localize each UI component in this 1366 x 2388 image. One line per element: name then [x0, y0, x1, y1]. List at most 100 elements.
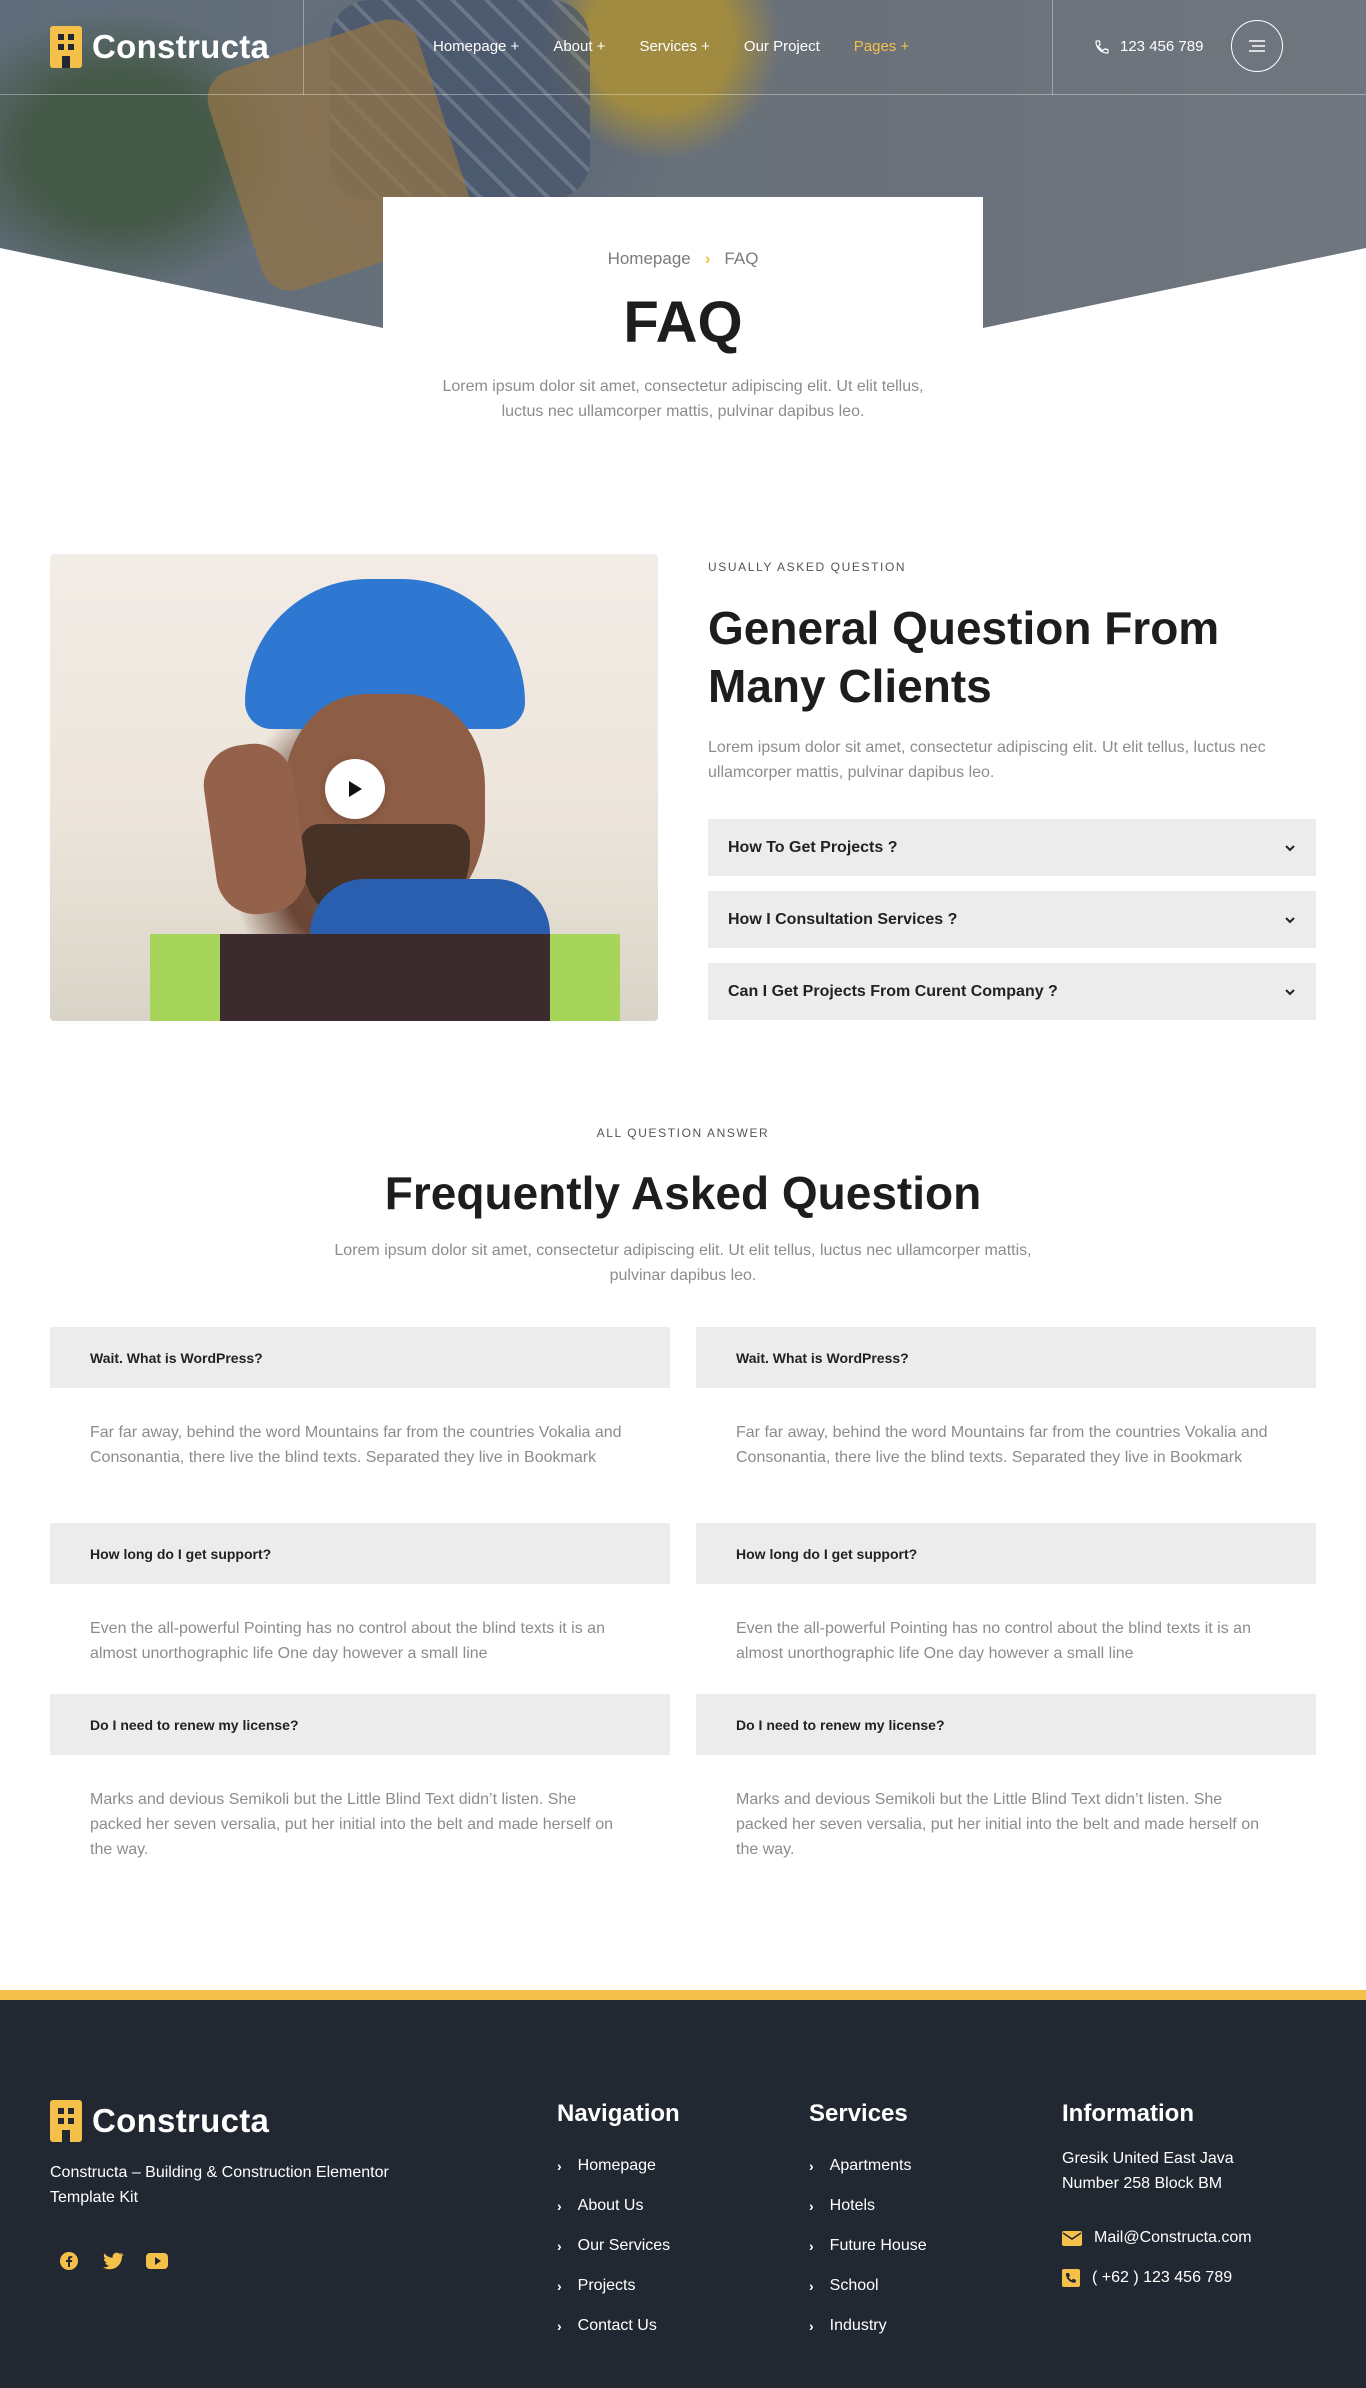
faq-answer: Even the all-powerful Pointing has no co…: [736, 1620, 1251, 1662]
header-divider: [1052, 0, 1053, 95]
chevron-down-icon: [1285, 988, 1295, 995]
worker-shirt: [220, 934, 550, 1021]
chevron-right-icon: ›: [557, 2278, 562, 2294]
footer-link-label: Our Services: [577, 2237, 671, 2254]
site-header: Constructa Homepage + About + Services +…: [0, 0, 1366, 95]
accordion-item[interactable]: Can I Get Projects From Curent Company ?: [708, 963, 1316, 1020]
footer-link-label: Future House: [829, 2237, 927, 2254]
faq-question[interactable]: How long do I get support?: [696, 1523, 1316, 1584]
footer-link[interactable]: › Our Services: [557, 2226, 680, 2266]
chevron-right-icon: ›: [557, 2198, 562, 2214]
envelope-icon: [1062, 2230, 1082, 2246]
chevron-right-icon: ›: [809, 2318, 814, 2334]
accordion-label: How I Consultation Services ?: [728, 910, 958, 928]
footer-logo[interactable]: Constructa: [50, 2100, 269, 2142]
chevron-right-icon: ›: [557, 2238, 562, 2254]
section-text: Lorem ipsum dolor sit amet, consectetur …: [708, 739, 1266, 781]
footer-link-label: About Us: [577, 2197, 644, 2214]
footer-information: Information Gresik United East Java Numb…: [1062, 2100, 1282, 2298]
main-nav: Homepage + About + Services + Our Projec…: [433, 38, 909, 55]
chevron-right-icon: ›: [809, 2198, 814, 2214]
footer-link-label: Homepage: [577, 2157, 656, 2174]
footer-link-label: Projects: [577, 2277, 636, 2294]
faq-answer: Even the all-powerful Pointing has no co…: [90, 1620, 605, 1662]
breadcrumb-current: FAQ: [724, 249, 759, 268]
footer-link[interactable]: › School: [809, 2266, 927, 2306]
faq-eyebrow: ALL QUESTION ANSWER: [596, 1126, 770, 1140]
footer-services-title: Services: [809, 2100, 908, 2127]
footer-link-label: Industry: [829, 2317, 887, 2334]
breadcrumb-home[interactable]: Homepage: [608, 249, 691, 269]
faq-question[interactable]: Do I need to renew my license?: [696, 1694, 1316, 1755]
video-thumbnail[interactable]: [50, 554, 658, 1021]
brand-name: Constructa: [92, 2102, 270, 2139]
footer-information-title: Information: [1062, 2100, 1194, 2127]
footer-link[interactable]: › Projects: [557, 2266, 680, 2306]
breadcrumb: Homepage › FAQ: [383, 249, 983, 269]
footer-link[interactable]: › Industry: [809, 2306, 927, 2346]
faq-question[interactable]: Wait. What is WordPress?: [50, 1327, 670, 1388]
play-icon: [349, 781, 362, 797]
accordion-item[interactable]: How To Get Projects ?: [708, 819, 1316, 876]
play-button[interactable]: [325, 759, 385, 819]
accordion-item[interactable]: How I Consultation Services ?: [708, 891, 1316, 948]
footer-phone[interactable]: ( +62 ) 123 456 789: [1062, 2258, 1282, 2298]
youtube-icon[interactable]: [146, 2250, 168, 2272]
menu-toggle-button[interactable]: [1231, 20, 1283, 72]
header-divider: [303, 0, 304, 95]
footer-link[interactable]: › Hotels: [809, 2186, 927, 2226]
chevron-right-icon: ›: [809, 2278, 814, 2294]
accordion-label: How To Get Projects ?: [728, 838, 898, 856]
brand-name: Constructa: [92, 28, 270, 65]
chevron-right-icon: ›: [557, 2158, 562, 2174]
faq-title: Frequently Asked Question: [384, 1167, 982, 1219]
section-eyebrow: USUALLY ASKED QUESTION: [708, 560, 907, 574]
footer-navigation: Navigation › Homepage › About Us › Our Serv…: [557, 2100, 680, 2346]
accordion-label: Can I Get Projects From Curent Company ?: [728, 982, 1058, 1000]
footer-email[interactable]: Mail@Constructa.com: [1062, 2218, 1282, 2258]
chevron-right-icon: ›: [704, 249, 711, 268]
building-icon: [50, 26, 82, 68]
footer-link[interactable]: › Homepage: [557, 2146, 680, 2186]
twitter-icon[interactable]: [102, 2250, 124, 2272]
nav-item-services[interactable]: Services +: [639, 38, 709, 55]
header-phone[interactable]: 123 456 789: [1094, 38, 1203, 55]
faq-question[interactable]: How long do I get support?: [50, 1523, 670, 1584]
general-question-section: USUALLY ASKED QUESTION General Question …: [708, 554, 1316, 1020]
footer-link-label: School: [829, 2277, 879, 2294]
phone-number: 123 456 789: [1120, 38, 1204, 55]
faq-question[interactable]: Do I need to renew my license?: [50, 1694, 670, 1755]
hamburger-icon: [1249, 40, 1265, 52]
footer-link[interactable]: › Apartments: [809, 2146, 927, 2186]
footer-link[interactable]: › Contact Us: [557, 2306, 680, 2346]
faq-answer: Marks and devious Semikoli but the Littl…: [736, 1791, 1259, 1858]
faq-section-header: ALL QUESTION ANSWER Frequently Asked Que…: [0, 1126, 1366, 1288]
chevron-down-icon: [1285, 916, 1295, 923]
chevron-right-icon: ›: [809, 2238, 814, 2254]
page-intro: Lorem ipsum dolor sit amet, consectetur …: [442, 378, 924, 420]
page-title: FAQ: [623, 290, 743, 355]
faq-answer: Far far away, behind the word Mountains …: [736, 1424, 1268, 1466]
chevron-right-icon: ›: [809, 2158, 814, 2174]
phone-square-icon: [1062, 2269, 1080, 2287]
nav-item-homepage[interactable]: Homepage +: [433, 38, 519, 55]
nav-item-pages[interactable]: Pages +: [854, 38, 909, 55]
footer-phone-text: ( +62 ) 123 456 789: [1092, 2269, 1233, 2286]
section-title: General Question From Many Clients: [708, 602, 1220, 712]
footer-services: Services › Apartments › Hotels › Future Hou…: [809, 2100, 927, 2346]
faq-intro: Lorem ipsum dolor sit amet, consectetur …: [334, 1242, 1032, 1284]
social-links: [58, 2250, 168, 2272]
building-icon: [50, 2100, 82, 2142]
faq-question[interactable]: Wait. What is WordPress?: [696, 1327, 1316, 1388]
footer-link[interactable]: › Future House: [809, 2226, 927, 2266]
page-title-card: Homepage › FAQ FAQ Lorem ipsum dolor sit…: [383, 197, 983, 457]
site-footer: Constructa Constructa – Building & Const…: [0, 2000, 1366, 2388]
facebook-icon[interactable]: [58, 2250, 80, 2272]
footer-navigation-title: Navigation: [557, 2100, 680, 2127]
faq-answer: Far far away, behind the word Mountains …: [90, 1424, 622, 1466]
nav-item-our-project[interactable]: Our Project: [744, 38, 820, 55]
footer-link[interactable]: › About Us: [557, 2186, 680, 2226]
footer-accent-line: [0, 1990, 1366, 2000]
nav-item-about[interactable]: About +: [553, 38, 605, 55]
header-logo[interactable]: Constructa: [50, 26, 269, 68]
